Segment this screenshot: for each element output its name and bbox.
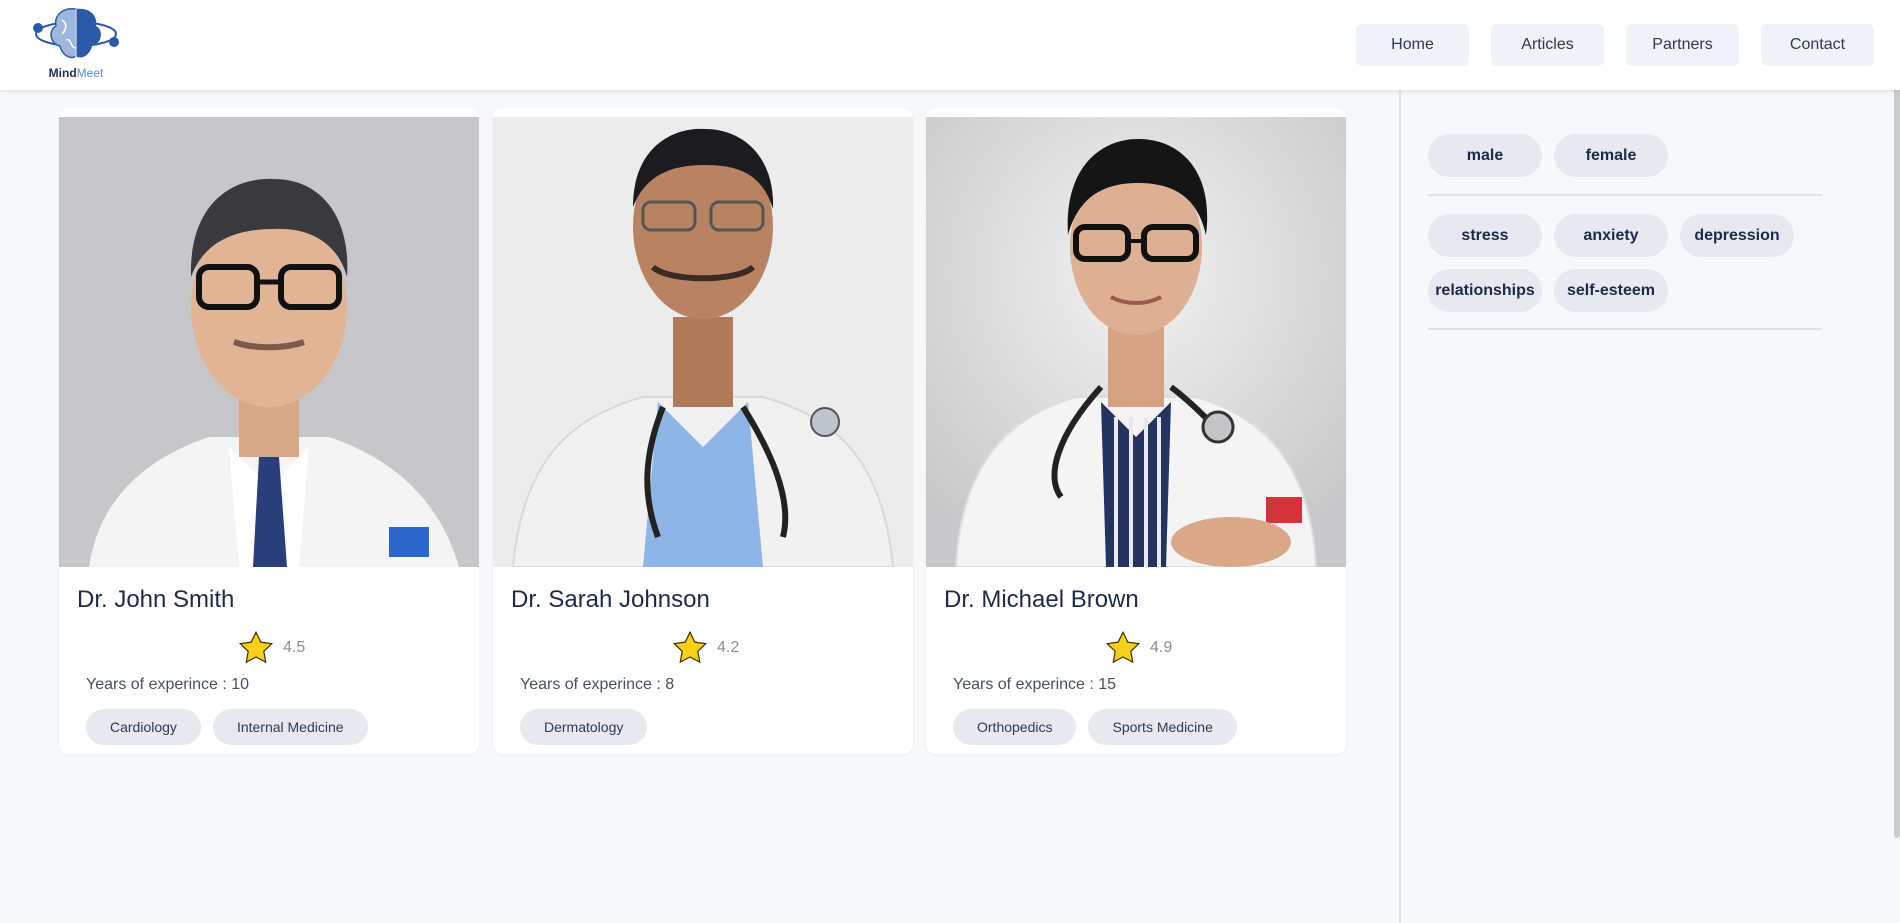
- doctor-rating: 4.5: [237, 630, 305, 666]
- rating-value: 4.9: [1150, 639, 1173, 656]
- filter-chip-anxiety[interactable]: anxiety: [1554, 214, 1668, 257]
- logo-text: MindMeet: [48, 66, 104, 80]
- specialty-tag: Sports Medicine: [1088, 709, 1237, 745]
- nav-contact-button[interactable]: Contact: [1761, 24, 1874, 66]
- rating-value: 4.5: [283, 639, 306, 656]
- filter-chip-female[interactable]: female: [1554, 134, 1668, 177]
- doctor-experience: Years of experince : 15: [953, 676, 1117, 693]
- star-icon: [238, 630, 274, 664]
- filter-chip-relationships[interactable]: relationships: [1428, 269, 1542, 312]
- doctor-card[interactable]: Dr. John Smith 4.5 Years of experince : …: [59, 108, 479, 754]
- top-header: MindMeet Home Articles Partners Contact: [0, 0, 1900, 90]
- doctor-name[interactable]: Dr. John Smith: [77, 586, 234, 614]
- nav-articles-button[interactable]: Articles: [1491, 24, 1604, 66]
- specialty-tag: Dermatology: [520, 709, 648, 745]
- filter-chip-depression[interactable]: depression: [1680, 214, 1794, 257]
- filter-chip-male[interactable]: male: [1428, 134, 1542, 177]
- sidebar-divider: [1399, 90, 1401, 923]
- specialty-tag: Cardiology: [86, 709, 201, 745]
- nav-partners-button[interactable]: Partners: [1626, 24, 1739, 66]
- doctor-rating: 4.9: [1104, 630, 1172, 666]
- doctor-photo: [59, 117, 479, 567]
- specialty-tags: Orthopedics Sports Medicine: [953, 709, 1237, 745]
- star-icon: [1105, 630, 1141, 664]
- specialty-tags: Cardiology Internal Medicine: [86, 709, 368, 745]
- doctor-experience: Years of experince : 8: [520, 676, 675, 693]
- filter-divider: [1428, 194, 1822, 196]
- page-scrollbar[interactable]: [1894, 0, 1900, 838]
- specialty-tag: Internal Medicine: [212, 709, 368, 745]
- doctor-name[interactable]: Dr. Michael Brown: [944, 586, 1139, 614]
- main-nav: Home Articles Partners Contact: [1356, 24, 1874, 66]
- doctor-card[interactable]: Dr. Sarah Johnson 4.2 Years of experince…: [493, 108, 913, 754]
- brain-logo-icon: [33, 7, 119, 59]
- doctor-photo: [926, 117, 1346, 567]
- doctor-card[interactable]: Dr. Michael Brown 4.9 Years of experince…: [926, 108, 1346, 754]
- mindmeet-logo[interactable]: MindMeet: [32, 4, 120, 82]
- doctor-rating: 4.2: [671, 630, 739, 666]
- specialty-tag: Orthopedics: [953, 709, 1077, 745]
- doctor-name[interactable]: Dr. Sarah Johnson: [511, 586, 710, 614]
- doctor-experience: Years of experince : 10: [86, 676, 250, 693]
- star-icon: [672, 630, 708, 664]
- doctor-photo: [493, 117, 913, 567]
- nav-home-button[interactable]: Home: [1356, 24, 1469, 66]
- filter-divider: [1428, 328, 1822, 330]
- filter-chip-stress[interactable]: stress: [1428, 214, 1542, 257]
- rating-value: 4.2: [717, 639, 740, 656]
- filter-chip-self-esteem[interactable]: self-esteem: [1554, 269, 1668, 312]
- specialty-tags: Dermatology: [520, 709, 648, 745]
